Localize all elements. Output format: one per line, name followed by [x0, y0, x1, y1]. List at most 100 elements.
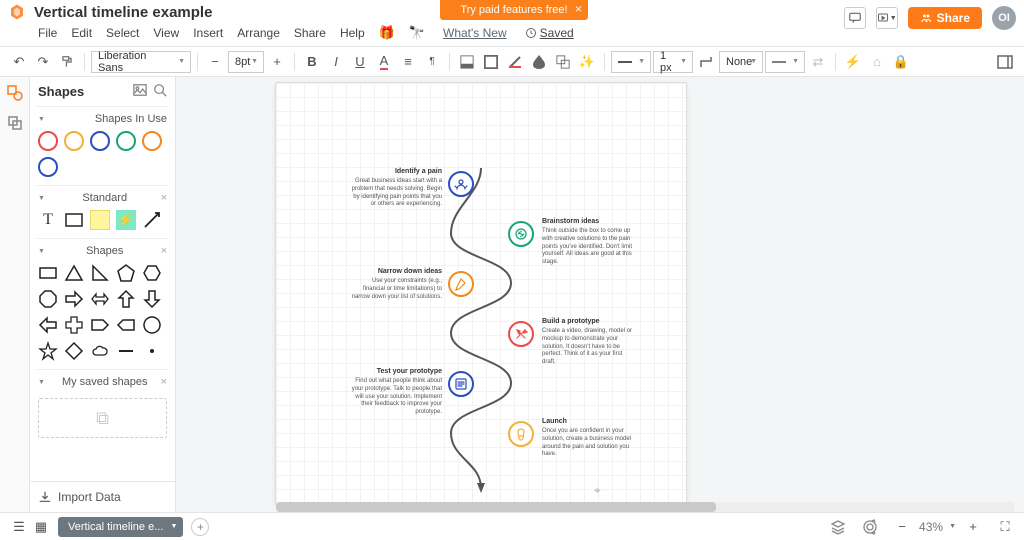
menu-edit[interactable]: Edit — [71, 26, 92, 40]
timeline-text[interactable]: Identify a painGreat business ideas star… — [350, 167, 442, 209]
canvas[interactable]: Identify a painGreat business ideas star… — [176, 77, 1024, 512]
menu-insert[interactable]: Insert — [193, 26, 223, 40]
timeline-node[interactable] — [508, 421, 534, 447]
fullscreen-button[interactable]: ⛶ — [994, 516, 1016, 538]
binoculars-icon[interactable]: 🔭 — [409, 25, 425, 41]
shape-style-button[interactable] — [552, 51, 574, 73]
circle-swatch[interactable] — [38, 131, 58, 151]
comment-icon[interactable] — [844, 7, 866, 29]
layers-rail-icon[interactable] — [5, 113, 25, 133]
import-data-button[interactable]: Import Data — [30, 481, 175, 512]
rect-shape[interactable] — [64, 210, 84, 230]
font-size-increase[interactable]: + — [266, 51, 288, 73]
timeline-node[interactable] — [448, 271, 474, 297]
sticky-note-shape[interactable] — [90, 210, 110, 230]
layers-icon[interactable] — [827, 516, 849, 538]
share-button[interactable]: Share — [908, 7, 982, 29]
dot-shape[interactable] — [142, 341, 162, 361]
dynamic-shape[interactable]: ⚡ — [116, 210, 136, 230]
arrow-start-select[interactable]: None — [719, 51, 763, 73]
zoom-level[interactable]: 43% — [919, 520, 943, 534]
zoom-out-button[interactable]: − — [891, 516, 913, 538]
close-icon[interactable]: × — [575, 2, 582, 16]
targets-icon[interactable] — [859, 516, 881, 538]
italic-button[interactable]: I — [325, 51, 347, 73]
page-tab[interactable]: Vertical timeline e... — [58, 517, 183, 537]
pentagon-shape[interactable] — [116, 263, 136, 283]
search-icon[interactable] — [153, 83, 167, 100]
document-title[interactable]: Vertical timeline example — [34, 4, 212, 21]
minus-shape[interactable] — [116, 341, 136, 361]
arrow-up-shape[interactable] — [116, 289, 136, 309]
section-shapes[interactable]: Shapes× — [30, 239, 175, 261]
callout-right-shape[interactable] — [90, 315, 110, 335]
swap-ends-button[interactable]: ⇄ — [807, 51, 829, 73]
font-size-decrease[interactable]: − — [204, 51, 226, 73]
rect-shape[interactable] — [38, 263, 58, 283]
timeline-text[interactable]: LaunchOnce you are confident in your sol… — [542, 417, 634, 459]
cloud-shape[interactable] — [90, 341, 110, 361]
text-shape[interactable]: T — [38, 210, 58, 230]
font-select[interactable]: Liberation Sans — [91, 51, 191, 73]
lock-icon[interactable]: 🔒 — [890, 51, 912, 73]
timeline-node[interactable] — [448, 371, 474, 397]
circle-swatch[interactable] — [116, 131, 136, 151]
underline-button[interactable]: U — [349, 51, 371, 73]
arrow-shape[interactable] — [142, 210, 162, 230]
grid-view-icon[interactable]: ▦ — [30, 516, 52, 538]
redo-button[interactable]: ↷ — [32, 51, 54, 73]
list-view-icon[interactable]: ☰ — [8, 516, 30, 538]
zoom-in-button[interactable]: + — [962, 516, 984, 538]
timeline-text[interactable]: Build a prototypeCreate a video, drawing… — [542, 317, 634, 367]
link-icon[interactable]: ⌂ — [866, 51, 888, 73]
promo-banner[interactable]: Try paid features free! × — [440, 0, 588, 20]
close-icon[interactable]: × — [161, 192, 167, 204]
shapes-rail-icon[interactable] — [5, 83, 25, 103]
menu-file[interactable]: File — [38, 26, 57, 40]
gift-icon[interactable]: 🎁 — [379, 25, 395, 41]
present-icon[interactable]: ▼ — [876, 7, 898, 29]
circle-swatch[interactable] — [142, 131, 162, 151]
timeline-text[interactable]: Brainstorm ideasThink outside the box to… — [542, 217, 634, 267]
font-size-select[interactable]: 8pt — [228, 51, 264, 73]
text-format-button[interactable]: ¶ — [421, 51, 443, 73]
paint-format-button[interactable] — [56, 51, 78, 73]
arrow-right-shape[interactable] — [64, 289, 84, 309]
fill-color-button[interactable] — [456, 51, 478, 73]
menu-view[interactable]: View — [153, 26, 179, 40]
timeline-text[interactable]: Test your prototypeFind out what people … — [350, 367, 442, 417]
circle-swatch[interactable] — [38, 157, 58, 177]
panel-toggle-button[interactable] — [994, 51, 1016, 73]
right-triangle-shape[interactable] — [90, 263, 110, 283]
image-icon[interactable] — [133, 83, 147, 100]
page[interactable]: Identify a painGreat business ideas star… — [276, 83, 686, 503]
section-shapes-in-use[interactable]: Shapes In Use — [30, 107, 175, 129]
timeline-node[interactable] — [508, 221, 534, 247]
arrow-end-select[interactable] — [765, 51, 805, 73]
border-color-button[interactable] — [480, 51, 502, 73]
saved-status[interactable]: Saved — [525, 26, 574, 40]
stroke-width-select[interactable]: 1 px — [653, 51, 693, 73]
line-route-button[interactable] — [695, 51, 717, 73]
line-color-button[interactable] — [504, 51, 526, 73]
section-my-saved-shapes[interactable]: My saved shapes× — [30, 370, 175, 392]
add-page-button[interactable]: + — [191, 518, 209, 536]
menu-share[interactable]: Share — [294, 26, 326, 40]
diamond-shape[interactable] — [64, 341, 84, 361]
close-icon[interactable]: × — [161, 376, 167, 388]
timeline-node[interactable] — [508, 321, 534, 347]
horizontal-scrollbar[interactable] — [276, 502, 1014, 512]
circle-swatch[interactable] — [90, 131, 110, 151]
align-button[interactable]: ≡ — [397, 51, 419, 73]
timeline-node[interactable] — [448, 171, 474, 197]
circle-shape[interactable] — [142, 315, 162, 335]
menu-help[interactable]: Help — [340, 26, 365, 40]
line-style-select[interactable] — [611, 51, 651, 73]
whats-new-link[interactable]: What's New — [443, 26, 507, 40]
timeline-text[interactable]: Narrow down ideasUse your constraints (e… — [350, 267, 442, 301]
section-standard[interactable]: Standard× — [30, 186, 175, 208]
arrow-down-shape[interactable] — [142, 289, 162, 309]
triangle-shape[interactable] — [64, 263, 84, 283]
magic-button[interactable]: ✨ — [576, 51, 598, 73]
undo-button[interactable]: ↶ — [8, 51, 30, 73]
